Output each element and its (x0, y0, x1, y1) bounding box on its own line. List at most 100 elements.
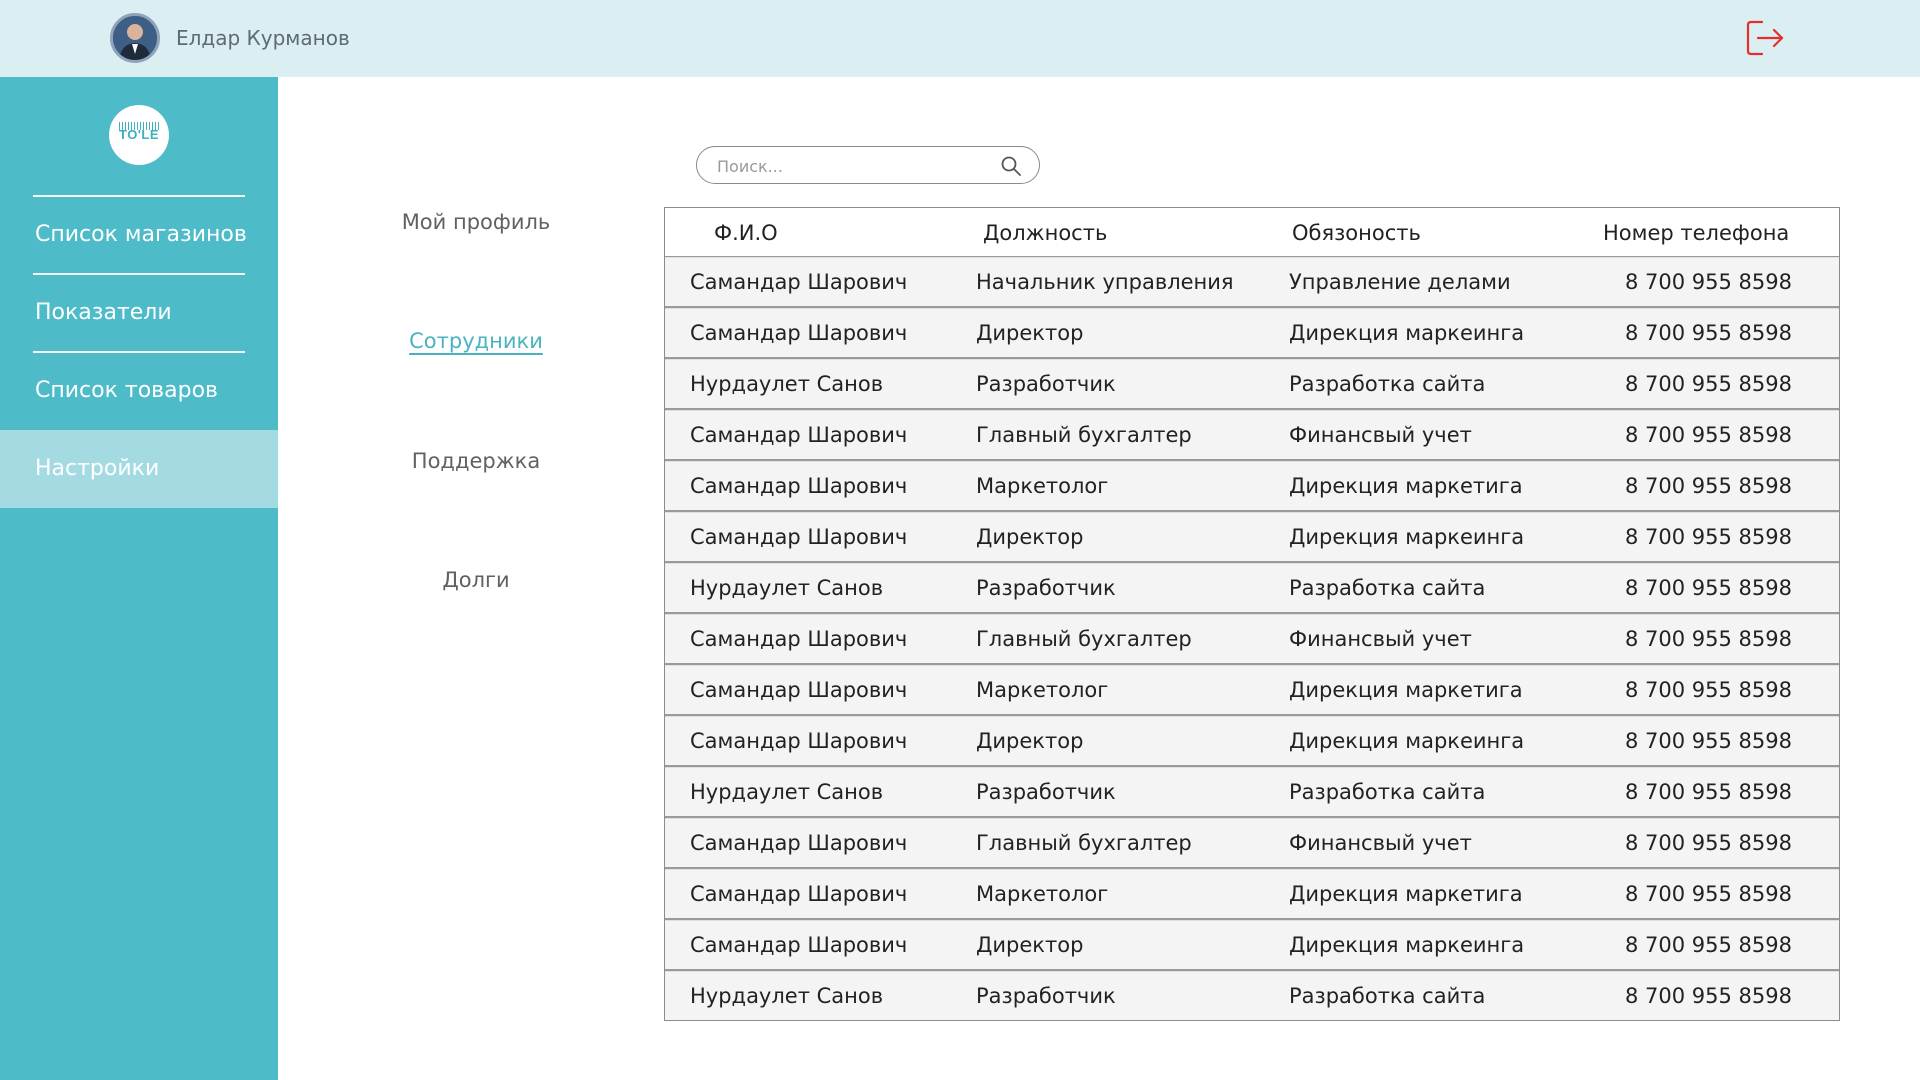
cell-responsibility: Дирекция маркетига (1289, 678, 1523, 702)
sidebar-item-stores[interactable]: Список магазинов (0, 196, 278, 274)
cell-responsibility: Финансвый учет (1289, 423, 1472, 447)
top-bar: Елдар Курманов (0, 0, 1920, 77)
sidebar-item-settings[interactable]: Настройки (0, 430, 278, 508)
cell-position: Разработчик (976, 780, 1116, 804)
cell-phone: 8 700 955 8598 (1625, 933, 1792, 957)
cell-phone: 8 700 955 8598 (1625, 576, 1792, 600)
cell-name: Самандар Шарович (690, 831, 908, 855)
cell-position: Главный бухгалтер (976, 831, 1192, 855)
user-name: Елдар Курманов (176, 26, 350, 50)
table-row[interactable]: Самандар Шарович Главный бухгалтер Финансв… (665, 818, 1839, 869)
cell-phone: 8 700 955 8598 (1625, 984, 1792, 1008)
cell-phone: 8 700 955 8598 (1625, 780, 1792, 804)
cell-phone: 8 700 955 8598 (1625, 525, 1792, 549)
table-row[interactable]: Самандар Шарович Главный бухгалтер Финансв… (665, 410, 1839, 461)
logout-icon[interactable] (1745, 18, 1785, 58)
cell-phone: 8 700 955 8598 (1625, 474, 1792, 498)
cell-responsibility: Разработка сайта (1289, 780, 1486, 804)
table-row[interactable]: Самандар Шарович Маркетолог Дирекция марке… (665, 665, 1839, 716)
submenu-my-profile[interactable]: Мой профиль (376, 210, 576, 234)
cell-responsibility: Дирекция маркеинга (1289, 729, 1525, 753)
cell-name: Нурдаулет Санов (690, 984, 884, 1008)
table-row[interactable]: Самандар Шарович Директор Дирекция маркеин… (665, 920, 1839, 971)
cell-name: Самандар Шарович (690, 678, 908, 702)
cell-phone: 8 700 955 8598 (1625, 423, 1792, 447)
table-header: Ф.И.О Должность Обязоность Номер телефон… (665, 208, 1839, 257)
cell-position: Разработчик (976, 576, 1116, 600)
cell-position: Маркетолог (976, 678, 1109, 702)
cell-name: Самандар Шарович (690, 474, 908, 498)
table-row[interactable]: Самандар Шарович Начальник управления Упра… (665, 257, 1839, 308)
sidebar-item-products[interactable]: Список товаров (0, 352, 278, 430)
table-row[interactable]: Нурдаулет Санов Разработчик Разработка сай… (665, 971, 1839, 1020)
cell-position: Директор (976, 525, 1084, 549)
search-icon[interactable] (999, 154, 1023, 178)
cell-phone: 8 700 955 8598 (1625, 831, 1792, 855)
cell-responsibility: Дирекция маркетига (1289, 474, 1523, 498)
table-row[interactable]: Самандар Шарович Директор Дирекция маркеин… (665, 512, 1839, 563)
table-row[interactable]: Самандар Шарович Директор Дирекция маркеин… (665, 716, 1839, 767)
column-header-name[interactable]: Ф.И.О (714, 221, 778, 245)
sidebar-item-label: Настройки (35, 456, 160, 481)
sidebar-item-indicators[interactable]: Показатели (0, 274, 278, 352)
cell-responsibility: Разработка сайта (1289, 984, 1486, 1008)
cell-phone: 8 700 955 8598 (1625, 729, 1792, 753)
cell-name: Нурдаулет Санов (690, 372, 884, 396)
sidebar-item-label: Показатели (35, 300, 172, 325)
search-input[interactable] (715, 153, 989, 179)
cell-position: Директор (976, 321, 1084, 345)
employees-table: Ф.И.О Должность Обязоность Номер телефон… (664, 207, 1840, 1021)
cell-position: Разработчик (976, 372, 1116, 396)
logo-text: TO'LE (118, 127, 160, 142)
table-row[interactable]: Нурдаулет Санов Разработчик Разработка сай… (665, 767, 1839, 818)
table-body: Самандар Шарович Начальник управления Упра… (665, 257, 1839, 1020)
table-row[interactable]: Нурдаулет Санов Разработчик Разработка сай… (665, 359, 1839, 410)
cell-phone: 8 700 955 8598 (1625, 372, 1792, 396)
cell-responsibility: Дирекция маркеинга (1289, 525, 1525, 549)
cell-name: Нурдаулет Санов (690, 780, 884, 804)
cell-responsibility: Финансвый учет (1289, 831, 1472, 855)
cell-phone: 8 700 955 8598 (1625, 882, 1792, 906)
cell-name: Самандар Шарович (690, 423, 908, 447)
table-row[interactable]: Самандар Шарович Маркетолог Дирекция марке… (665, 869, 1839, 920)
user-avatar[interactable] (110, 13, 160, 63)
cell-responsibility: Управление делами (1289, 270, 1511, 294)
cell-name: Самандар Шарович (690, 729, 908, 753)
cell-responsibility: Дирекция маркетига (1289, 882, 1523, 906)
column-header-responsibility[interactable]: Обязоность (1292, 221, 1421, 245)
cell-name: Самандар Шарович (690, 525, 908, 549)
cell-responsibility: Дирекция маркеинга (1289, 321, 1525, 345)
column-header-position[interactable]: Должность (983, 221, 1107, 245)
table-row[interactable]: Самандар Шарович Директор Дирекция маркеин… (665, 308, 1839, 359)
cell-responsibility: Разработка сайта (1289, 372, 1486, 396)
table-row[interactable]: Самандар Шарович Главный бухгалтер Финансв… (665, 614, 1839, 665)
cell-phone: 8 700 955 8598 (1625, 270, 1792, 294)
cell-position: Маркетолог (976, 474, 1109, 498)
submenu-support[interactable]: Поддержка (376, 449, 576, 473)
cell-position: Главный бухгалтер (976, 627, 1192, 651)
column-header-phone[interactable]: Номер телефона (1603, 221, 1789, 245)
cell-responsibility: Разработка сайта (1289, 576, 1486, 600)
brand-logo[interactable]: TO'LE (109, 105, 169, 165)
cell-position: Разработчик (976, 984, 1116, 1008)
cell-name: Самандар Шарович (690, 627, 908, 651)
cell-responsibility: Дирекция маркеинга (1289, 933, 1525, 957)
cell-name: Самандар Шарович (690, 321, 908, 345)
sidebar: TO'LE Список магазинов Показатели Список… (0, 77, 278, 1080)
search-box (696, 146, 1040, 184)
cell-phone: 8 700 955 8598 (1625, 627, 1792, 651)
sidebar-item-label: Список товаров (35, 378, 218, 403)
submenu-employees[interactable]: Сотрудники (376, 329, 576, 353)
sidebar-item-label: Список магазинов (35, 222, 247, 247)
cell-phone: 8 700 955 8598 (1625, 678, 1792, 702)
table-row[interactable]: Нурдаулет Санов Разработчик Разработка сай… (665, 563, 1839, 614)
cell-position: Главный бухгалтер (976, 423, 1192, 447)
cell-responsibility: Финансвый учет (1289, 627, 1472, 651)
cell-phone: 8 700 955 8598 (1625, 321, 1792, 345)
cell-position: Маркетолог (976, 882, 1109, 906)
submenu-debts[interactable]: Долги (376, 568, 576, 592)
cell-name: Нурдаулет Санов (690, 576, 884, 600)
table-row[interactable]: Самандар Шарович Маркетолог Дирекция марке… (665, 461, 1839, 512)
cell-name: Самандар Шарович (690, 882, 908, 906)
cell-position: Директор (976, 933, 1084, 957)
